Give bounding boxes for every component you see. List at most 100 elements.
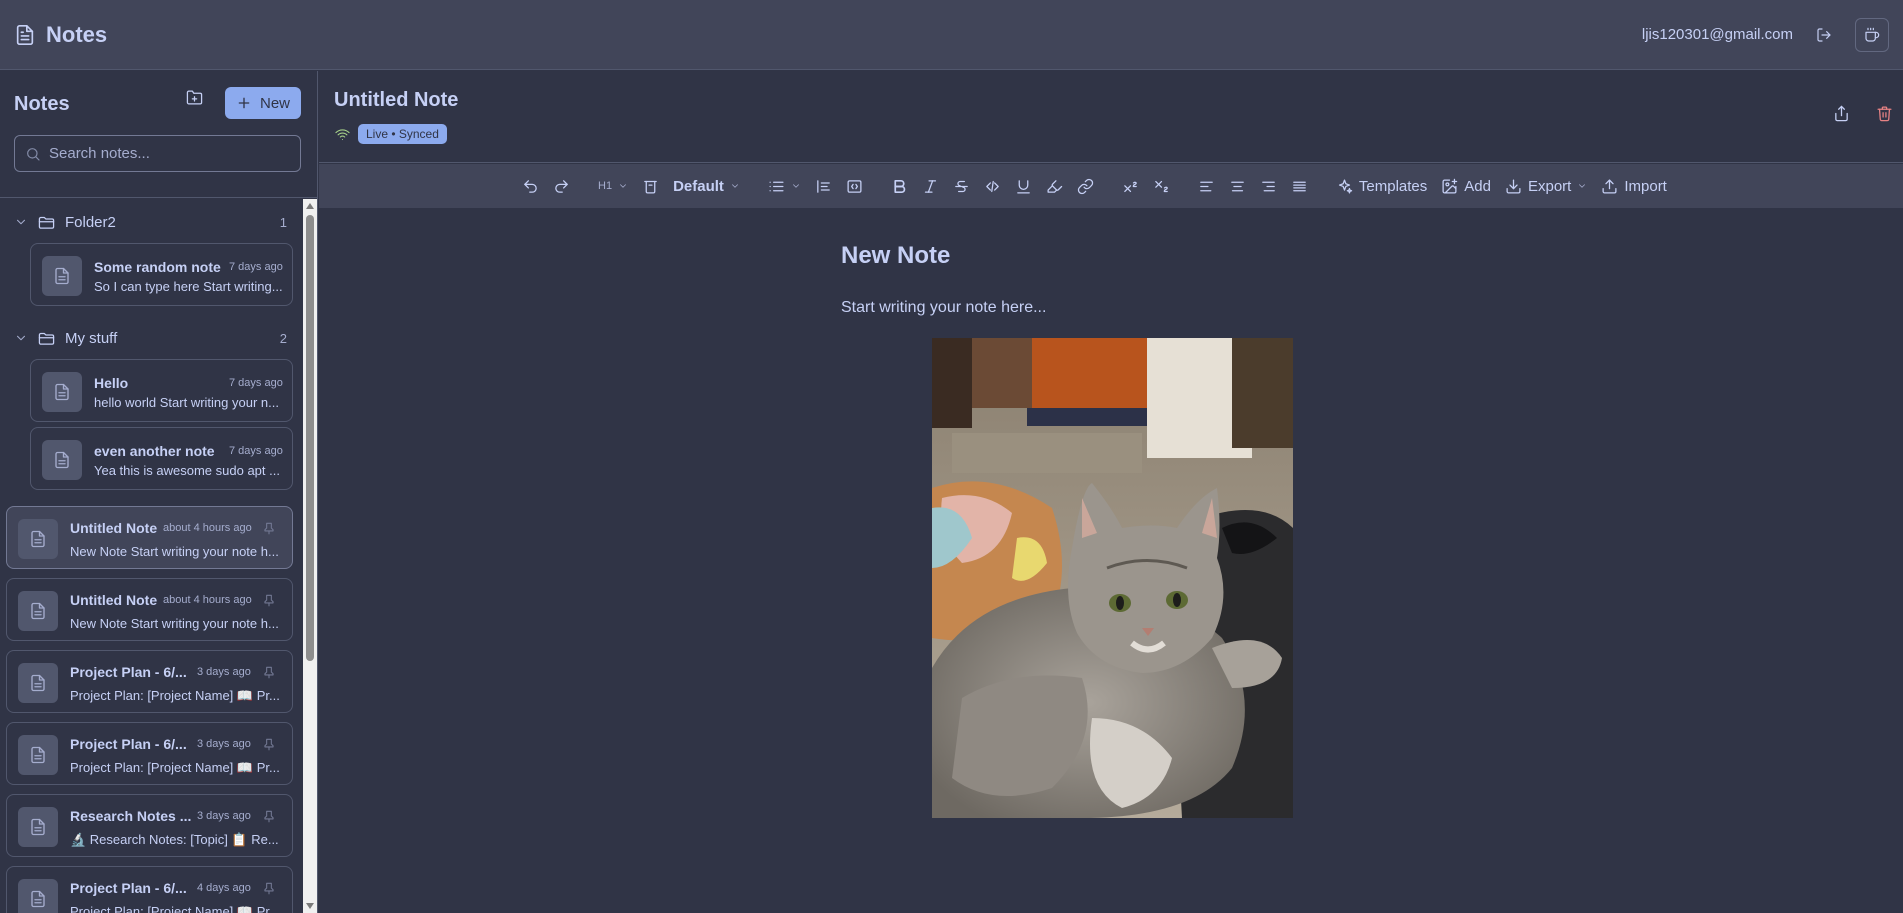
note-title: Untitled Note xyxy=(70,592,158,608)
align-center-button[interactable] xyxy=(1222,169,1253,203)
font-family-value: Default xyxy=(673,177,724,195)
export-label: Export xyxy=(1527,177,1572,195)
note-card[interactable]: Project Plan - 6/... 3 days ago Project … xyxy=(6,650,293,713)
note-time: 3 days ago xyxy=(197,666,251,678)
note-heading[interactable]: Untitled Note xyxy=(334,89,458,112)
chevron-down-icon xyxy=(731,184,738,188)
note-time: 4 days ago xyxy=(197,882,251,894)
note-snippet: New Note Start writing your note h... xyxy=(70,544,279,559)
upload-icon xyxy=(1602,178,1617,194)
undo-icon xyxy=(524,179,537,193)
import-button[interactable]: Import xyxy=(1594,169,1674,203)
superscript-icon xyxy=(1124,181,1137,192)
sidebar-scrollbar[interactable] xyxy=(303,199,317,913)
document-icon xyxy=(55,383,69,401)
search-field[interactable] xyxy=(14,135,301,172)
align-left-button[interactable] xyxy=(1191,169,1222,203)
strikethrough-button[interactable] xyxy=(946,169,977,203)
add-image-button[interactable]: Add xyxy=(1434,169,1498,203)
user-email: ljis120301@gmail.com xyxy=(1641,26,1793,43)
new-folder-button[interactable] xyxy=(186,89,203,106)
note-card[interactable]: Project Plan - 6/... 3 days ago Project … xyxy=(6,722,293,785)
note-card[interactable]: Research Notes ... 3 days ago 🔬 Research… xyxy=(6,794,293,857)
document-paragraph[interactable]: Start writing your note here... xyxy=(841,299,1046,317)
embedded-cat-photo[interactable] xyxy=(932,338,1293,818)
folder-count: 2 xyxy=(279,330,287,346)
folder-row-folder2[interactable]: Folder2 1 xyxy=(0,207,303,237)
code-block-button[interactable] xyxy=(839,169,870,203)
underline-icon xyxy=(1017,179,1030,194)
underline-button[interactable] xyxy=(1008,169,1039,203)
note-card[interactable]: even another note 7 days ago Yea this is… xyxy=(30,427,293,490)
note-card[interactable]: Untitled Note about 4 hours ago New Note… xyxy=(6,578,293,641)
pin-icon xyxy=(264,882,274,895)
share-button[interactable] xyxy=(1833,105,1850,122)
pin-icon xyxy=(264,738,274,751)
folder-row-my-stuff[interactable]: My stuff 2 xyxy=(0,323,303,353)
pin-button[interactable] xyxy=(262,881,276,895)
scroll-up-arrow[interactable] xyxy=(306,203,314,209)
highlighter-icon xyxy=(1047,179,1063,193)
sparkles-icon xyxy=(1338,178,1353,194)
note-time: 3 days ago xyxy=(197,810,251,822)
document-icon xyxy=(31,818,45,836)
folder-plus-icon xyxy=(186,90,203,105)
note-snippet: Yea this is awesome sudo apt ... xyxy=(94,463,280,478)
sync-status: Live • Synced xyxy=(335,124,447,144)
align-justify-button[interactable] xyxy=(1284,169,1315,203)
scroll-down-arrow[interactable] xyxy=(306,903,314,909)
sidebar-title: Notes xyxy=(14,93,70,115)
link-button[interactable] xyxy=(1070,169,1101,203)
pin-button[interactable] xyxy=(262,809,276,823)
import-label: Import xyxy=(1624,177,1667,195)
cat-photo-image xyxy=(932,338,1293,818)
heading-select[interactable]: H1 xyxy=(591,169,635,203)
align-right-button[interactable] xyxy=(1253,169,1284,203)
trash-icon xyxy=(1877,106,1892,122)
superscript-button[interactable] xyxy=(1115,169,1146,203)
note-card[interactable]: Some random note 7 days ago So I can typ… xyxy=(30,243,293,306)
note-snippet: So I can type here Start writing... xyxy=(94,279,283,294)
search-icon xyxy=(27,147,40,161)
new-note-button[interactable]: New xyxy=(225,87,301,119)
wifi-icon xyxy=(335,128,350,140)
chevron-down-icon xyxy=(792,184,799,188)
document-title[interactable]: New Note xyxy=(841,242,950,270)
highlight-button[interactable] xyxy=(1039,169,1070,203)
pin-button[interactable] xyxy=(262,665,276,679)
strikethrough-icon xyxy=(955,180,968,192)
folder-open-icon xyxy=(38,332,55,345)
theme-toggle-button[interactable] xyxy=(1855,17,1889,52)
note-time: 7 days ago xyxy=(229,445,283,457)
pin-button[interactable] xyxy=(262,737,276,751)
search-input[interactable] xyxy=(49,145,289,162)
subscript-icon xyxy=(1155,180,1168,192)
list-select[interactable] xyxy=(761,169,808,203)
font-family-select[interactable]: Default xyxy=(666,169,747,203)
bold-button[interactable] xyxy=(884,169,915,203)
export-button[interactable]: Export xyxy=(1498,169,1594,203)
templates-button[interactable]: Templates xyxy=(1329,169,1434,203)
delete-note-button[interactable] xyxy=(1876,105,1893,122)
clear-format-button[interactable] xyxy=(635,169,666,203)
pin-button[interactable] xyxy=(262,593,276,607)
redo-button[interactable] xyxy=(546,169,577,203)
logout-button[interactable] xyxy=(1807,18,1841,52)
pin-button[interactable] xyxy=(262,521,276,535)
note-thumbnail xyxy=(18,519,58,559)
note-card-active[interactable]: Untitled Note about 4 hours ago New Note… xyxy=(6,506,293,569)
inline-code-button[interactable] xyxy=(977,169,1008,203)
app-brand[interactable]: Notes xyxy=(14,22,107,48)
note-card[interactable]: Project Plan - 6/... 4 days ago Project … xyxy=(6,866,293,913)
scrollbar-thumb[interactable] xyxy=(306,215,314,661)
undo-button[interactable] xyxy=(515,169,546,203)
editor-content[interactable]: New Note Start writing your note here... xyxy=(319,209,1903,913)
blockquote-button[interactable] xyxy=(808,169,839,203)
logout-icon xyxy=(1817,27,1831,42)
templates-label: Templates xyxy=(1358,177,1428,195)
note-card[interactable]: Hello 7 days ago hello world Start writi… xyxy=(30,359,293,422)
note-time: about 4 hours ago xyxy=(163,522,252,534)
italic-button[interactable] xyxy=(915,169,946,203)
note-title: Project Plan - 6/... xyxy=(70,880,187,896)
subscript-button[interactable] xyxy=(1146,169,1177,203)
